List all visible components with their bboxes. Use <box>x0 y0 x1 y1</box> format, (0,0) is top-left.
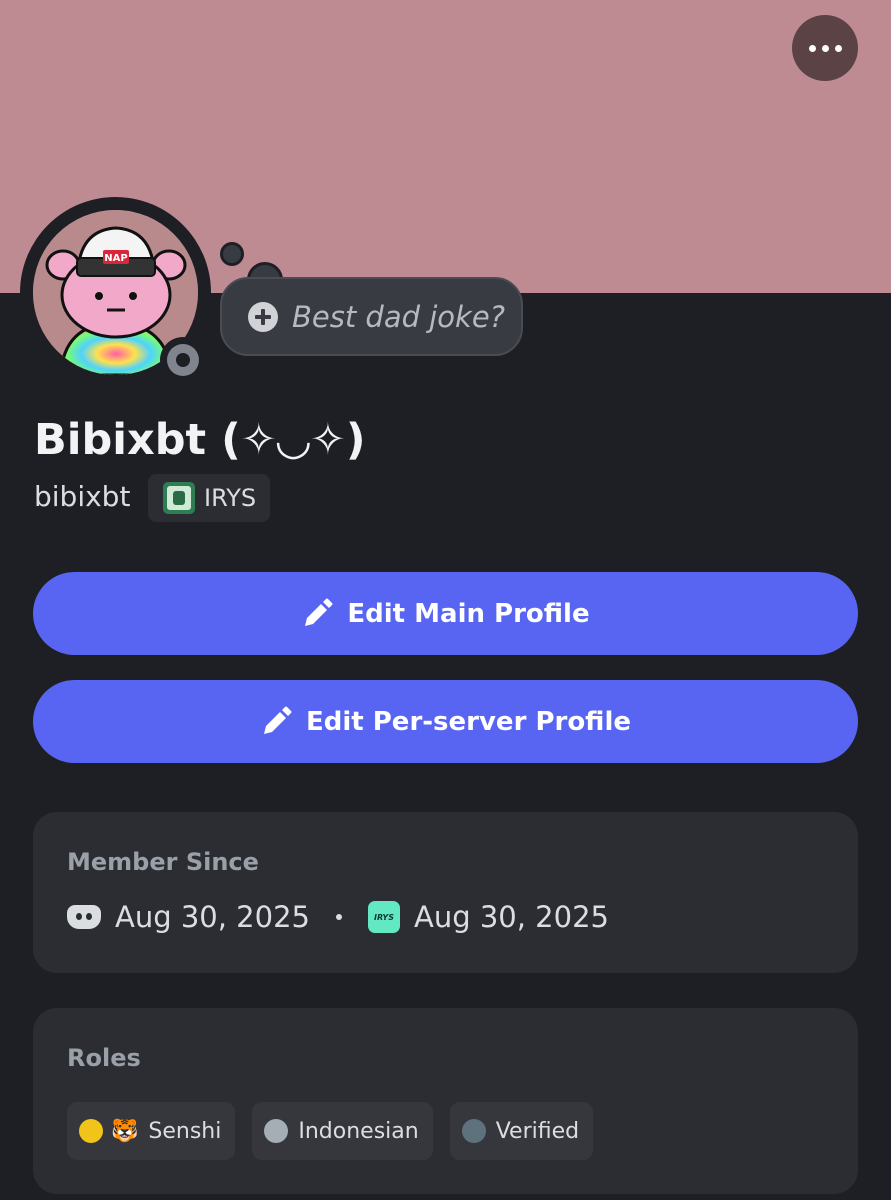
server-member-date: Aug 30, 2025 <box>414 900 609 934</box>
discord-member-date: Aug 30, 2025 <box>115 900 310 934</box>
edit-main-profile-button[interactable]: Edit Main Profile <box>33 572 858 655</box>
role-chip-senshi[interactable]: 🐯 Senshi <box>67 1102 236 1160</box>
more-dot-icon <box>834 44 842 52</box>
thought-bubble-dot <box>220 242 244 266</box>
role-color-dot <box>79 1119 103 1143</box>
edit-per-server-profile-button[interactable]: Edit Per-server Profile <box>33 680 858 763</box>
more-options-button[interactable] <box>792 15 858 81</box>
more-dot-icon <box>808 44 816 52</box>
username: bibixbt <box>34 480 131 513</box>
role-chip-indonesian[interactable]: Indonesian <box>252 1102 433 1160</box>
thought-bubble[interactable]: Best dad joke? <box>220 277 523 356</box>
member-since-row: Aug 30, 2025 IRYS Aug 30, 2025 <box>67 900 609 934</box>
status-indicator <box>160 337 206 383</box>
role-color-dot <box>461 1119 486 1143</box>
pencil-icon <box>305 598 333 626</box>
server-tag[interactable]: IRYS <box>148 474 271 522</box>
tiger-icon: 🐯 <box>111 1118 139 1144</box>
offline-status-icon <box>167 344 199 376</box>
role-name: Senshi <box>148 1118 222 1144</box>
edit-per-server-profile-label: Edit Per-server Profile <box>305 706 631 737</box>
role-name: Verified <box>495 1118 580 1144</box>
separator-dot <box>336 914 342 920</box>
role-chip-verified[interactable]: Verified <box>449 1102 594 1160</box>
plus-circle-icon <box>248 301 278 332</box>
pencil-icon <box>263 706 292 734</box>
discord-icon <box>67 905 101 929</box>
member-since-title: Member Since <box>67 848 259 876</box>
roles-list: 🐯 Senshi Indonesian Verified <box>67 1102 594 1160</box>
thought-text: Best dad joke? <box>292 299 506 334</box>
role-color-dot <box>264 1119 289 1143</box>
more-dot-icon <box>821 44 829 52</box>
role-name: Indonesian <box>298 1118 419 1144</box>
roles-card: Roles 🐯 Senshi Indonesian Verified <box>33 1008 858 1194</box>
server-icon: IRYS <box>368 901 400 933</box>
roles-title: Roles <box>67 1044 141 1072</box>
display-name: Bibixbt (✧◡✧) <box>34 415 366 465</box>
server-tag-icon <box>163 482 195 514</box>
edit-main-profile-label: Edit Main Profile <box>347 598 590 629</box>
server-tag-label: IRYS <box>204 484 257 512</box>
member-since-card: Member Since Aug 30, 2025 IRYS Aug 30, 2… <box>33 812 858 973</box>
svg-text:NAP: NAP <box>104 253 127 264</box>
